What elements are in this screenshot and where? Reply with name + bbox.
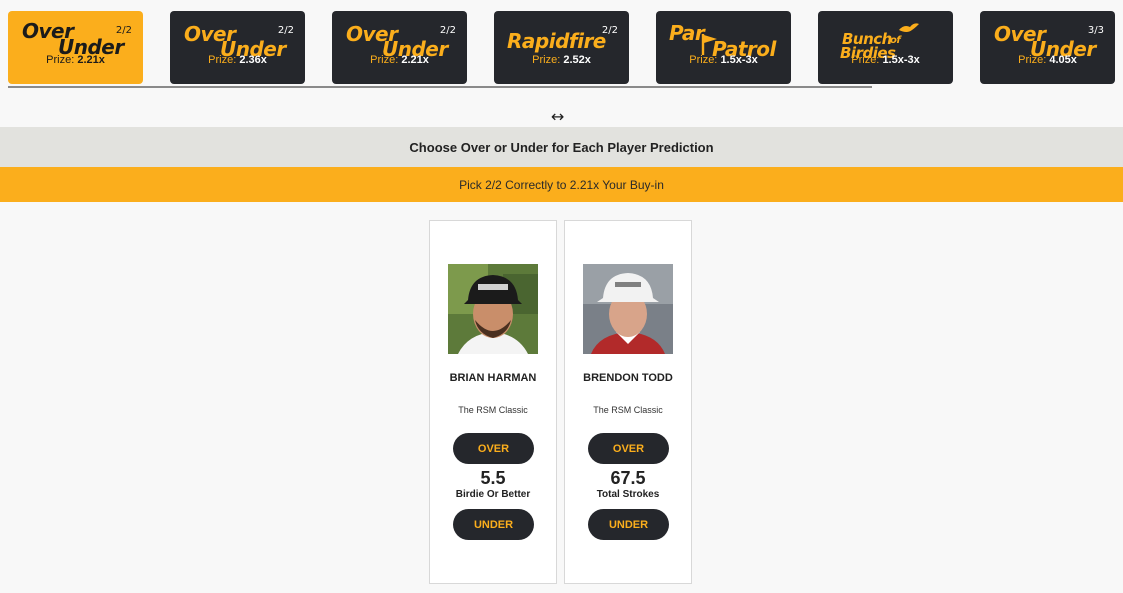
game-card-rapidfire[interactable]: Rapidfire 2/2 Prize: 2.52x — [494, 11, 629, 84]
game-card-bunch-of-birdies[interactable]: Bunch of Birdies Prize: 1.5x-3x — [818, 11, 953, 84]
event-name: The RSM Classic — [458, 405, 528, 415]
game-count: 3/3 — [1087, 25, 1104, 36]
player-card-brendon-todd: BRENDON TODD The RSM Classic OVER 67.5 T… — [564, 220, 692, 584]
bird-icon — [899, 23, 919, 32]
game-card-over-under-2[interactable]: Over Under 2/2 Prize: 2.36x — [170, 11, 305, 84]
par-patrol-logo: Par Patrol — [669, 21, 776, 61]
player-photo — [583, 264, 673, 354]
player-name: BRENDON TODD — [583, 372, 673, 384]
over-button[interactable]: OVER — [588, 433, 669, 464]
player-photo — [448, 264, 538, 354]
game-prize: Prize: 2.52x — [532, 54, 591, 66]
under-button[interactable]: UNDER — [453, 509, 534, 540]
game-count: 2/2 — [439, 25, 456, 36]
page-title: Choose Over or Under for Each Player Pre… — [0, 127, 1123, 167]
bunch-of-birdies-logo: Bunch of Birdies — [818, 19, 953, 62]
game-prize: Prize: 2.36x — [208, 54, 267, 66]
prize-banner: Pick 2/2 Correctly to 2.21x Your Buy-in — [0, 167, 1123, 202]
game-prize: Prize: 4.05x — [1018, 54, 1077, 66]
under-button[interactable]: UNDER — [588, 509, 669, 540]
game-count: 2/2 — [601, 25, 618, 36]
game-prize: Prize: 2.21x — [370, 54, 429, 66]
game-card-par-patrol[interactable]: Par Patrol Prize: 1.5x-3x — [656, 11, 791, 84]
stat-line-value: 5.5 — [480, 468, 506, 488]
game-card-over-under-1[interactable]: Over Under 2/2 Prize: 2.21x — [8, 11, 143, 84]
stat-line-value: 67.5 — [610, 468, 646, 488]
game-card-over-under-4[interactable]: Over Under 3/3 Prize: 4.05x — [980, 11, 1115, 84]
player-name: BRIAN HARMAN — [449, 372, 537, 384]
stat-category: Birdie Or Better — [455, 489, 531, 500]
game-count: 2/2 — [115, 25, 132, 36]
resize-horizontal-icon[interactable]: ↔ — [551, 107, 564, 126]
over-button[interactable]: OVER — [453, 433, 534, 464]
game-card-over-under-3[interactable]: Over Under 2/2 Prize: 2.21x — [332, 11, 467, 84]
player-card-brian-harman: BRIAN HARMAN The RSM Classic OVER 5.5 Bi… — [429, 220, 557, 584]
game-prize: Prize: 1.5x-3x — [851, 54, 920, 66]
game-prize: Prize: 1.5x-3x — [689, 54, 758, 66]
stat-category: Total Strokes — [596, 489, 660, 500]
game-selector-strip: Over Under 2/2 Prize: 2.21x Over Under 2… — [0, 0, 1123, 88]
game-strip-scrollbar[interactable] — [8, 86, 872, 88]
game-prize: Prize: 2.21x — [46, 54, 105, 66]
event-name: The RSM Classic — [593, 405, 663, 415]
game-count: 2/2 — [277, 25, 294, 36]
